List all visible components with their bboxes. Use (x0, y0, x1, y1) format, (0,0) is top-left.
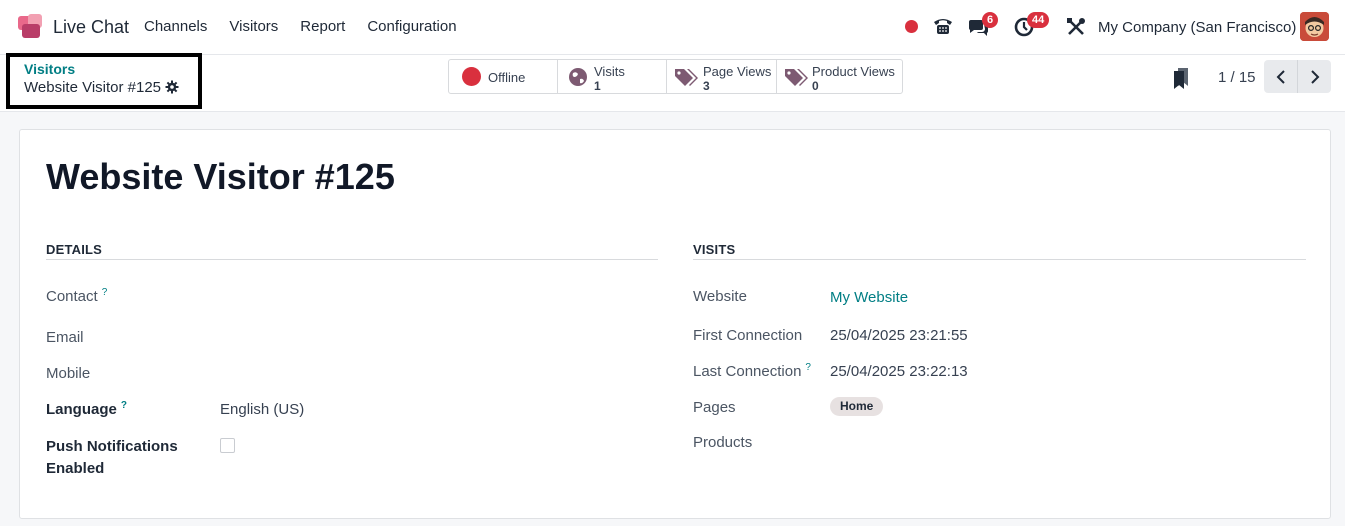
product-views-label: Product Views (812, 64, 895, 79)
pages-label: Pages (693, 399, 736, 416)
menu-report[interactable]: Report (300, 18, 345, 35)
messages-badge: 6 (982, 12, 999, 28)
phone-icon[interactable] (932, 15, 954, 37)
status-label: Offline (488, 70, 526, 85)
push-notifications-label-line2: Enabled (46, 460, 105, 477)
contact-help-icon[interactable]: ? (102, 287, 108, 298)
debug-tools-icon[interactable] (1065, 16, 1087, 38)
details-separator (46, 259, 658, 260)
offline-status-icon (462, 67, 481, 86)
breadcrumb-parent-visitors[interactable]: Visitors (24, 61, 75, 77)
page-views-label: Page Views (703, 64, 772, 79)
page-views-button[interactable]: Page Views 3 (667, 60, 777, 93)
push-notifications-checkbox[interactable] (220, 438, 235, 453)
user-avatar[interactable] (1300, 12, 1329, 41)
visits-label: Visits (594, 64, 625, 79)
visits-button[interactable]: Visits 1 (558, 60, 667, 93)
tags-icon (675, 69, 698, 86)
first-connection-label: First Connection (693, 327, 803, 344)
live-chat-logo-icon[interactable] (18, 14, 44, 40)
status-offline-button[interactable]: Offline (449, 60, 558, 93)
pager-previous-button[interactable] (1264, 60, 1297, 93)
globe-icon (569, 68, 587, 86)
record-title: Website Visitor #125 (46, 156, 395, 197)
breadcrumb-current: Website Visitor #125 (24, 79, 162, 96)
activities-badge: 44 (1027, 12, 1050, 28)
page-views-value: 3 (703, 79, 710, 93)
mobile-label: Mobile (46, 365, 91, 382)
chevron-right-icon (1310, 69, 1319, 84)
user-avatar-icon (1300, 12, 1329, 41)
visits-value: 1 (594, 79, 601, 93)
product-views-value: 0 (812, 79, 819, 93)
visits-section-title: VISITS (693, 242, 736, 257)
product-views-button[interactable]: Product Views 0 (777, 60, 902, 93)
main-menu: Channels Visitors Report Configuration (144, 18, 457, 35)
push-notifications-label-line1: Push Notifications (46, 438, 178, 455)
top-navbar: Live Chat Channels Visitors Report Confi… (0, 0, 1345, 54)
menu-channels[interactable]: Channels (144, 18, 207, 35)
last-connection-help-icon[interactable]: ? (805, 362, 811, 373)
gear-icon[interactable] (165, 80, 179, 94)
chevron-left-icon (1276, 69, 1285, 84)
pager-buttons (1264, 60, 1331, 93)
email-label: Email (46, 329, 84, 346)
page-tag-home[interactable]: Home (830, 397, 884, 416)
website-label: Website (693, 288, 747, 305)
website-link[interactable]: My Website (830, 289, 908, 306)
details-section-title: DETAILS (46, 242, 103, 257)
first-connection-value: 25/04/2025 23:21:55 (830, 327, 968, 344)
bookmark-icon[interactable] (1172, 67, 1190, 89)
pager-value[interactable]: 1 / 15 (1218, 69, 1256, 86)
last-connection-value: 25/04/2025 23:22:13 (830, 363, 968, 380)
company-switcher[interactable]: My Company (San Francisco) (1098, 19, 1296, 36)
tags-icon (785, 69, 808, 86)
contact-label: Contact? (46, 287, 108, 305)
menu-visitors[interactable]: Visitors (229, 18, 278, 35)
app-name[interactable]: Live Chat (53, 17, 129, 38)
visits-separator (693, 259, 1306, 260)
language-label: Language? (46, 400, 127, 418)
language-help-icon[interactable]: ? (121, 400, 127, 411)
products-label: Products (693, 434, 753, 451)
language-field[interactable]: English (US) (220, 401, 304, 418)
menu-configuration[interactable]: Configuration (367, 18, 456, 35)
pager-next-button[interactable] (1297, 60, 1331, 93)
last-connection-label: Last Connection? (693, 362, 811, 380)
smart-buttons: Offline Visits 1 Page Views 3 Product Vi… (448, 59, 903, 94)
recording-status-icon[interactable] (905, 20, 918, 33)
